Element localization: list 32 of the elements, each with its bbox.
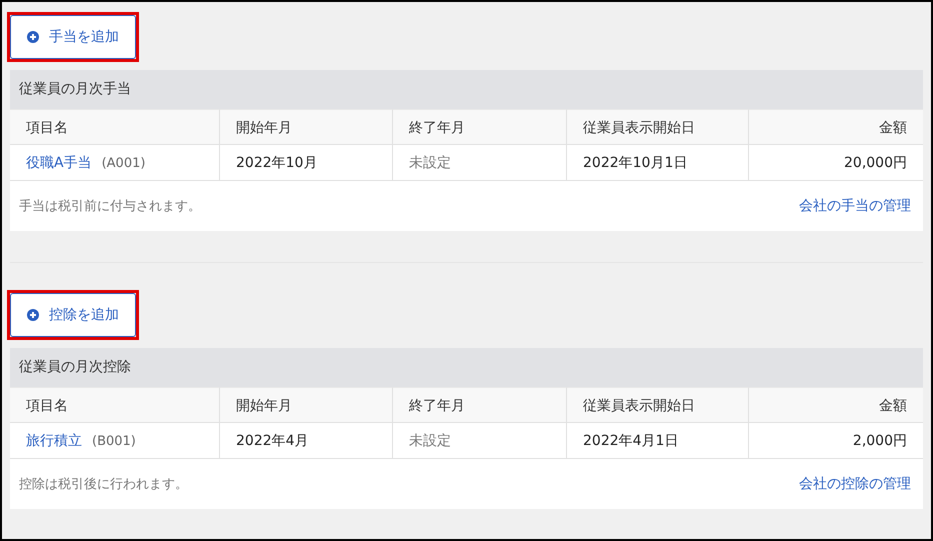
column-header: 金額: [749, 387, 923, 423]
table-cell: 2022年10月1日: [567, 145, 749, 181]
table-cell: 未設定: [393, 145, 567, 181]
column-header: 開始年月: [220, 109, 393, 145]
table-cell: 2022年4月1日: [567, 423, 749, 459]
note-text: 手当は税引前に付与されます。: [19, 198, 201, 215]
item-code: (B001): [92, 434, 136, 449]
add-button[interactable]: 控除を追加: [10, 293, 136, 337]
panel-title: 従業員の月次控除: [10, 348, 923, 387]
column-header: 終了年月: [393, 387, 567, 423]
manage-link[interactable]: 会社の控除の管理: [799, 475, 911, 493]
plus-circle-icon: [27, 31, 39, 43]
note-text: 控除は税引後に行われます。: [19, 476, 188, 493]
column-header: 従業員表示開始日: [567, 109, 749, 145]
plus-circle-icon: [27, 309, 39, 321]
table-cell: 20,000円: [749, 145, 923, 181]
panel-title: 従業員の月次手当: [10, 70, 923, 109]
table-cell: 2,000円: [749, 423, 923, 459]
manage-link[interactable]: 会社の手当の管理: [799, 197, 911, 215]
column-header: 従業員表示開始日: [567, 387, 749, 423]
column-header: 終了年月: [393, 109, 567, 145]
table-cell: 2022年4月: [220, 423, 393, 459]
item-code: (A001): [102, 156, 146, 171]
column-header: 項目名: [10, 109, 220, 145]
item-link[interactable]: 旅行積立: [26, 433, 82, 449]
column-header: 項目名: [10, 387, 220, 423]
table-cell: 未設定: [393, 423, 567, 459]
column-header: 開始年月: [220, 387, 393, 423]
item-link[interactable]: 役職A手当: [26, 155, 92, 171]
table-cell: 2022年10月: [220, 145, 393, 181]
column-header: 金額: [749, 109, 923, 145]
add-button[interactable]: 手当を追加: [10, 15, 136, 59]
